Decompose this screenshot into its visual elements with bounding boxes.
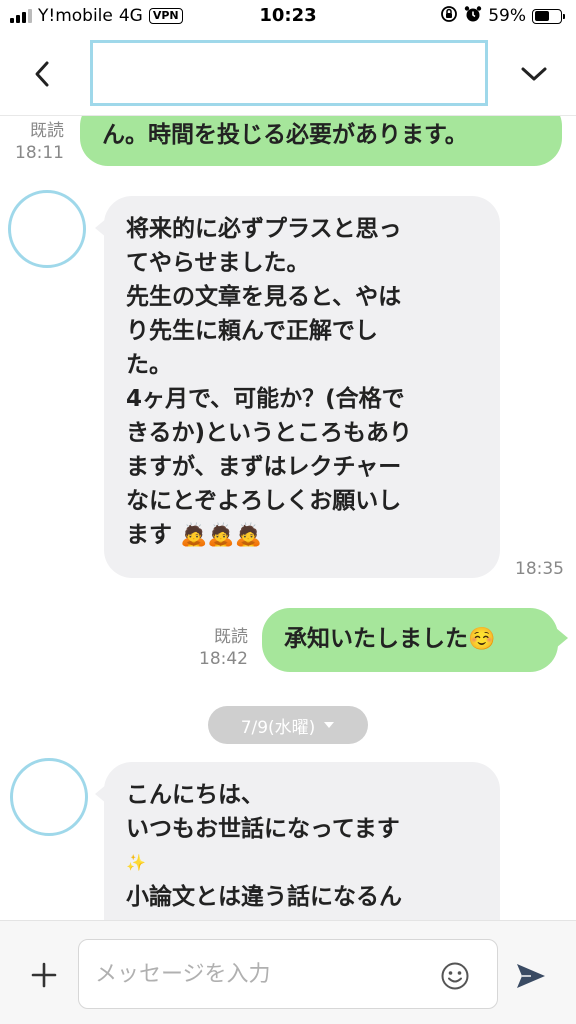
status-right: 59% <box>440 5 565 28</box>
message-meta: 既読 18:42 <box>190 626 248 670</box>
battery-fill <box>534 11 550 21</box>
send-icon <box>517 964 545 988</box>
message-time: 18:42 <box>199 649 248 669</box>
message-line: こんにちは、 <box>126 782 264 808</box>
message-bubble-incoming[interactable]: 将来的に必ずプラスと思っ てやらせました。 先生の文章を見ると、やは り先生に頼… <box>95 196 500 578</box>
read-receipt: 既読 <box>214 627 248 647</box>
sparkle-emoji: ✨ <box>126 853 146 872</box>
date-label: 7/9(水曜) <box>240 717 316 738</box>
message-list[interactable]: ん。時間を投じる必要があります。 既読 18:11 将来的に必ずプラスと思っ て… <box>0 116 576 920</box>
message-time: 18:11 <box>15 143 64 163</box>
message-line: なにとぞよろしくお願いし <box>126 488 402 514</box>
message-bubble-outgoing[interactable]: ん。時間を投じる必要があります。 <box>80 116 562 166</box>
message-line: ますが、まずはレクチャー <box>126 454 402 480</box>
chevron-down-icon <box>521 67 547 81</box>
chevron-left-icon <box>35 61 49 87</box>
message-line: 将来的に必ずプラスと思っ <box>126 216 402 242</box>
plus-icon <box>31 962 57 988</box>
smiling-emoji: ☺️ <box>468 627 496 652</box>
message-text: 承知いたしました <box>284 626 468 652</box>
message-bubble-incoming[interactable]: こんにちは、 いつもお世話になってます ✨ 小論文とは違う話になるん <box>95 762 500 920</box>
message-line: た。 <box>126 352 172 378</box>
message-line: いつもお世話になってます <box>126 816 400 842</box>
read-receipt: 既読 <box>30 121 64 141</box>
rotation-lock-icon <box>440 5 458 28</box>
smile-icon <box>441 962 469 990</box>
message-line: 小論文とは違う話になるん <box>126 884 402 910</box>
alarm-icon <box>464 5 482 28</box>
send-button[interactable] <box>512 957 550 995</box>
input-bar <box>0 920 576 1024</box>
triangle-down-icon <box>324 722 335 728</box>
message-line: きるか)というところもあり <box>126 420 413 446</box>
battery-percent: 59% <box>488 6 526 26</box>
message-input[interactable] <box>78 939 498 1009</box>
message-line: ん。時間を投じる必要があります。 <box>102 122 468 148</box>
message-meta: 既読 18:11 <box>8 120 64 164</box>
chat-title[interactable] <box>90 40 488 106</box>
avatar[interactable] <box>10 758 88 836</box>
date-separator[interactable]: 7/9(水曜) <box>208 706 368 744</box>
battery-icon <box>532 8 565 24</box>
bowing-emoji: 🙇🙇🙇 <box>180 523 263 548</box>
chat-screen: Y!mobile 4G VPN 10:23 59% ん。時間を投じる必要がありま… <box>0 0 576 1024</box>
message-line: り先生に頼んで正解でし <box>126 318 378 344</box>
avatar[interactable] <box>8 190 86 268</box>
message-line: 4ヶ月で、可能か？(合格で <box>126 386 405 412</box>
menu-button[interactable] <box>514 54 554 94</box>
status-bar: Y!mobile 4G VPN 10:23 59% <box>0 0 576 32</box>
chat-header <box>0 32 576 116</box>
message-line: てやらせました。 <box>126 250 310 276</box>
message-line: 先生の文章を見ると、やは <box>126 284 402 310</box>
plus-button[interactable] <box>24 955 64 995</box>
back-button[interactable] <box>22 54 62 94</box>
message-bubble-outgoing[interactable]: 承知いたしました☺️ <box>262 608 568 672</box>
message-time: 18:35 <box>515 559 564 579</box>
message-text: ます <box>126 522 172 548</box>
message-line: ます 🙇🙇🙇 <box>126 518 478 553</box>
emoji-button[interactable] <box>438 959 472 993</box>
